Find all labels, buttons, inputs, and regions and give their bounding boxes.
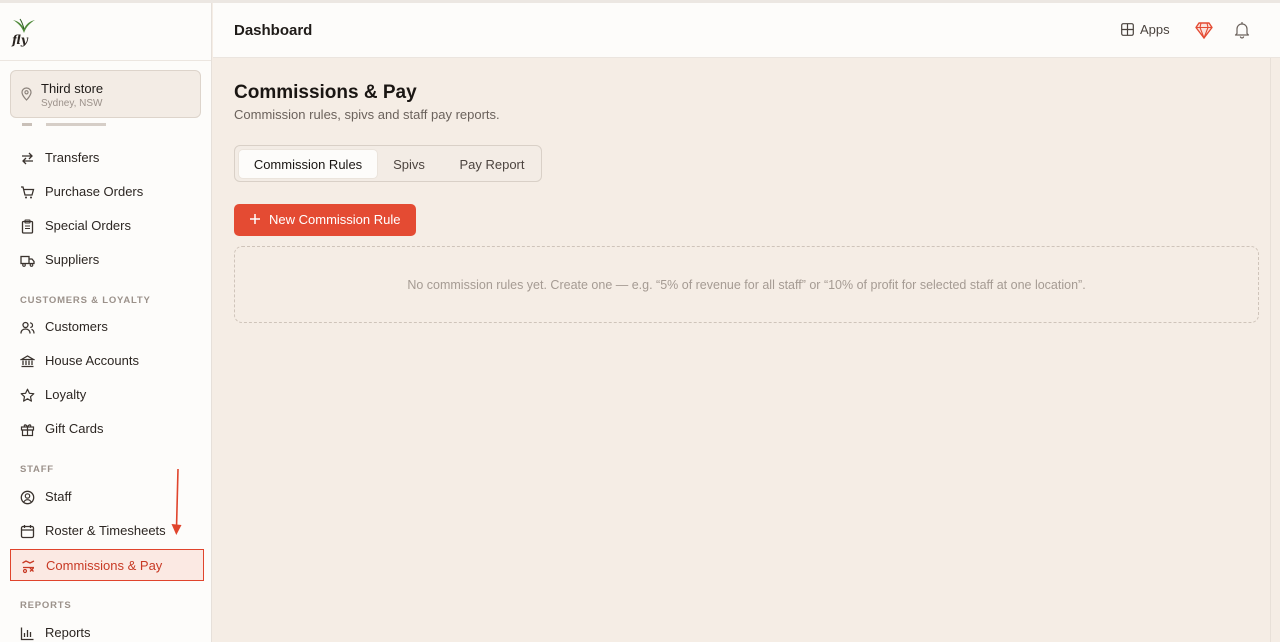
tab-spivs[interactable]: Spivs — [381, 150, 437, 178]
new-commission-rule-label: New Commission Rule — [269, 212, 401, 227]
bar-chart-icon — [20, 627, 34, 641]
sidebar-item-commissions-pay[interactable]: Commissions & Pay — [10, 549, 204, 581]
store-location: Sydney, NSW — [41, 98, 103, 109]
sidebar-item-label: Roster & Timesheets — [45, 523, 166, 538]
sidebar-item-label: Customers — [45, 319, 108, 334]
section-label-staff: STAFF — [20, 464, 54, 475]
page-title: Commissions & Pay — [234, 82, 417, 103]
sidebar-item-reports[interactable]: Reports — [10, 617, 204, 642]
sidebar-item-label: Gift Cards — [45, 421, 104, 436]
sidebar-item-label: Transfers — [45, 150, 100, 165]
store-selector[interactable]: Third store Sydney, NSW — [10, 70, 201, 118]
map-pin-icon — [21, 87, 32, 101]
section-label-customers: CUSTOMERS & LOYALTY — [20, 295, 151, 306]
sidebar-item-label: House Accounts — [45, 353, 139, 368]
top-header: Dashboard Apps — [213, 3, 1280, 58]
sidebar-item-label: Special Orders — [45, 218, 131, 233]
sidebar-item-loyalty[interactable]: Loyalty — [10, 379, 204, 411]
bank-icon — [20, 355, 35, 368]
arrows-swap-icon — [22, 152, 33, 165]
divider — [0, 60, 211, 61]
sidebar-item-gift-cards[interactable]: Gift Cards — [10, 413, 204, 445]
calendar-icon — [20, 525, 35, 539]
tab-pay-report[interactable]: Pay Report — [445, 150, 539, 178]
scrolled-item-fragment — [22, 123, 106, 126]
tab-bar: Commission Rules Spivs Pay Report — [234, 145, 542, 182]
apps-button[interactable]: Apps — [1121, 22, 1170, 37]
sidebar-item-special-orders[interactable]: Special Orders — [10, 210, 204, 242]
star-icon — [20, 388, 35, 402]
user-circle-icon — [20, 490, 35, 505]
sidebar-item-suppliers[interactable]: Suppliers — [10, 244, 204, 276]
apps-label: Apps — [1140, 22, 1170, 37]
clipboard-icon — [21, 219, 34, 234]
sidebar-item-transfers[interactable]: Transfers — [10, 142, 204, 174]
logo-text: fly — [12, 33, 28, 47]
cart-icon — [21, 186, 35, 199]
sidebar-item-label: Reports — [45, 625, 91, 640]
truck-icon — [20, 255, 35, 267]
sidebar-item-purchase-orders[interactable]: Purchase Orders — [10, 176, 204, 208]
users-icon — [20, 321, 35, 334]
page-subtitle: Commission rules, spivs and staff pay re… — [234, 107, 500, 122]
new-commission-rule-button[interactable]: New Commission Rule — [234, 204, 416, 236]
commission-icon — [22, 560, 35, 574]
store-name: Third store — [41, 81, 104, 96]
header-title: Dashboard — [234, 22, 313, 39]
gem-icon[interactable] — [1195, 22, 1213, 39]
section-label-reports: REPORTS — [20, 600, 72, 611]
sidebar-item-label: Staff — [45, 489, 72, 504]
sidebar: fly Third store Sydney, NSW Transfers Pu… — [0, 3, 212, 642]
annotation-arrow-icon — [171, 468, 182, 535]
scrollbar[interactable] — [1270, 58, 1280, 642]
empty-state: No commission rules yet. Create one — e.… — [234, 246, 1259, 323]
sidebar-item-label: Purchase Orders — [45, 184, 144, 199]
sidebar-item-label: Suppliers — [45, 252, 100, 267]
gift-icon — [20, 424, 35, 437]
tab-commission-rules[interactable]: Commission Rules — [239, 150, 377, 178]
grid-icon — [1121, 23, 1134, 36]
sidebar-item-label: Loyalty — [45, 387, 87, 402]
plus-icon — [250, 214, 260, 224]
sidebar-item-house-accounts[interactable]: House Accounts — [10, 345, 204, 377]
sidebar-item-customers[interactable]: Customers — [10, 311, 204, 343]
bell-icon[interactable] — [1234, 21, 1250, 39]
sidebar-item-label: Commissions & Pay — [46, 558, 163, 573]
fly-logo[interactable]: fly — [12, 17, 36, 49]
